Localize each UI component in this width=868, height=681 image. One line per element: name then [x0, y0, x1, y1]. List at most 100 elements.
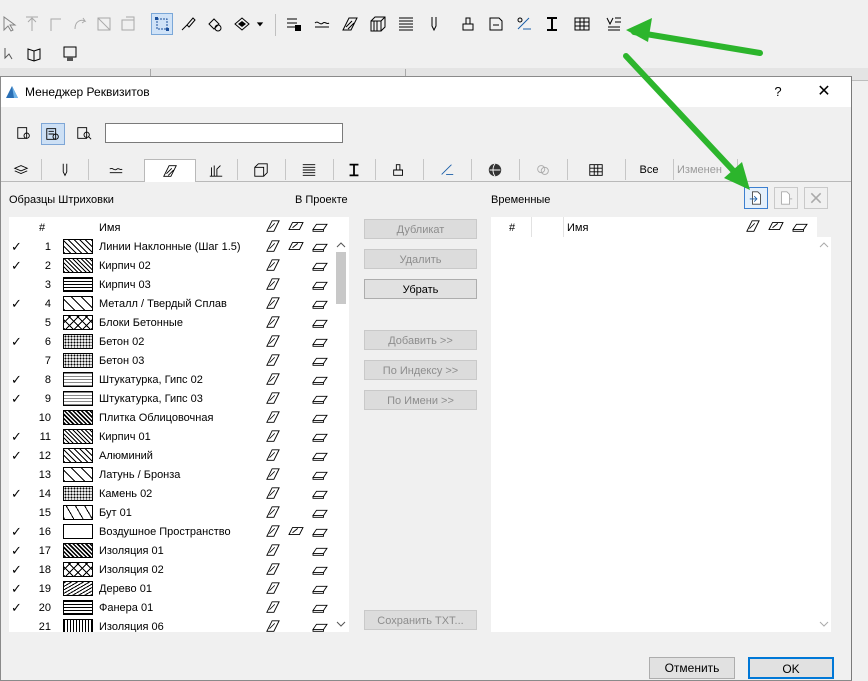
book-icon[interactable]	[24, 44, 44, 64]
rotate-icon[interactable]	[70, 14, 90, 34]
table-icon[interactable]	[572, 14, 592, 34]
draft-fill-icon	[266, 468, 280, 480]
line-types-icon[interactable]	[312, 14, 332, 34]
composites-icon[interactable]	[368, 14, 388, 34]
attribute-manager-icon[interactable]	[604, 14, 624, 34]
tab-fills[interactable]	[144, 159, 196, 182]
corner-icon[interactable]	[46, 14, 66, 34]
right-scroll-up-icon[interactable]	[819, 241, 829, 249]
markup-icon[interactable]	[514, 14, 534, 34]
column-name-header[interactable]: Имя	[99, 222, 120, 234]
table-row[interactable]: 13 Латунь / Бронза	[9, 466, 335, 485]
table-row[interactable]: ✓ 8 Штукатурка, Гипс 02	[9, 371, 335, 390]
fill-types-icon[interactable]	[340, 14, 360, 34]
tab-table[interactable]	[567, 159, 626, 180]
fill-icon[interactable]	[204, 14, 224, 34]
tab-zones[interactable]	[375, 159, 424, 180]
pointer-icon[interactable]	[0, 14, 20, 34]
mirror-icon[interactable]	[94, 14, 114, 34]
detail-view-button[interactable]	[41, 123, 65, 145]
diamond-icon[interactable]	[232, 14, 252, 34]
chevron-down-icon[interactable]	[254, 14, 266, 34]
preview-view-button[interactable]	[73, 123, 95, 143]
table-row[interactable]: 5 Блоки Бетонные	[9, 314, 335, 333]
fill-name: Бетон 03	[99, 355, 145, 367]
by-index-button[interactable]: По Индексу >>	[364, 360, 477, 380]
tab-markup[interactable]	[423, 159, 472, 180]
row-number: 16	[38, 526, 51, 538]
remove-button[interactable]: Убрать	[364, 279, 477, 299]
tab-surfaces[interactable]	[285, 159, 334, 180]
tab-globe[interactable]	[471, 159, 520, 180]
brush-icon[interactable]	[178, 14, 198, 34]
right-scroll-down-icon[interactable]	[819, 620, 829, 628]
table-row[interactable]: 15 Бут 01	[9, 504, 335, 523]
help-button[interactable]: ?	[767, 81, 789, 103]
list-view-button[interactable]	[13, 123, 35, 143]
fill-list[interactable]: # Имя ✓ 1 Линии Наклонные (Шаг 1.5) ✓ 2 Кирпи…	[9, 217, 349, 632]
table-row[interactable]: ✓ 12 Алюминий	[9, 447, 335, 466]
tab-line-types[interactable]	[88, 159, 145, 180]
tab-structure[interactable]	[333, 159, 376, 180]
right-scrollbar[interactable]	[817, 237, 831, 632]
tab-all[interactable]: Все	[625, 159, 674, 180]
table-row[interactable]: 10 Плитка Облицовочная	[9, 409, 335, 428]
table-row[interactable]: ✓ 9 Штукатурка, Гипс 03	[9, 390, 335, 409]
profiles-icon[interactable]	[396, 14, 416, 34]
zones-icon[interactable]	[486, 14, 506, 34]
table-row[interactable]: 21 Изоляция 06	[9, 618, 335, 632]
row-number: 9	[44, 393, 51, 405]
structure-icon[interactable]	[542, 14, 562, 34]
layout-icon[interactable]	[60, 44, 80, 64]
cut-fill-header-icon	[312, 223, 328, 232]
table-row[interactable]: ✓ 4 Металл / Твердый Сплав	[9, 295, 335, 314]
close-file-button[interactable]	[804, 187, 828, 209]
by-name-button[interactable]: По Имени >>	[364, 390, 477, 410]
table-row[interactable]: ✓ 18 Изоляция 02	[9, 561, 335, 580]
table-row[interactable]: 7 Бетон 03	[9, 352, 335, 371]
table-row[interactable]: 3 Кирпич 03	[9, 276, 335, 295]
temporary-list[interactable]: # Имя	[491, 217, 817, 632]
tab-changed[interactable]: Изменен	[673, 159, 738, 180]
ok-button[interactable]: OK	[748, 657, 834, 679]
duplicate-button[interactable]: Дубликат	[364, 219, 477, 239]
surfaces-icon[interactable]	[458, 14, 478, 34]
left-scrollbar-thumb[interactable]	[336, 252, 346, 304]
table-row[interactable]: ✓ 16 Воздушное Пространство	[9, 523, 335, 542]
search-input[interactable]	[105, 123, 343, 143]
save-txt-button[interactable]: Сохранить TXT...	[364, 610, 477, 630]
tab-pens[interactable]	[41, 159, 89, 180]
profile-icon	[254, 162, 268, 177]
fill-name: Кирпич 01	[99, 431, 151, 443]
offset-icon[interactable]	[118, 14, 138, 34]
layers-icon[interactable]	[284, 14, 304, 34]
table-row[interactable]: ✓ 17 Изоляция 01	[9, 542, 335, 561]
tab-profiles[interactable]	[237, 159, 286, 180]
table-row[interactable]: ✓ 11 Кирпич 01	[9, 428, 335, 447]
column-number-header[interactable]: #	[39, 222, 45, 234]
table-row[interactable]: ✓ 14 Камень 02	[9, 485, 335, 504]
scroll-down-icon[interactable]	[336, 620, 346, 628]
table-row[interactable]: ✓ 2 Кирпич 02	[9, 257, 335, 276]
right-column-name-header[interactable]: Имя	[567, 222, 588, 234]
pens-icon[interactable]	[424, 14, 444, 34]
tab-links[interactable]	[519, 159, 568, 180]
pointer2-icon[interactable]	[0, 44, 20, 64]
right-column-number-header[interactable]: #	[509, 222, 515, 234]
new-file-button[interactable]	[774, 187, 798, 209]
table-row[interactable]: ✓ 6 Бетон 02	[9, 333, 335, 352]
add-button[interactable]: Добавить >>	[364, 330, 477, 350]
tab-composites[interactable]	[195, 159, 238, 180]
table-row[interactable]: ✓ 1 Линии Наклонные (Шаг 1.5)	[9, 238, 335, 257]
close-button[interactable]: ✕	[813, 81, 835, 103]
open-file-button[interactable]	[744, 187, 768, 209]
table-row[interactable]: ✓ 20 Фанера 01	[9, 599, 335, 618]
arrow-up-icon[interactable]	[22, 14, 42, 34]
row-number: 18	[38, 564, 51, 576]
marquee-icon[interactable]	[151, 13, 173, 35]
scroll-up-icon[interactable]	[336, 241, 346, 249]
tab-layers[interactable]	[1, 159, 42, 180]
cancel-button[interactable]: Отменить	[649, 657, 735, 679]
table-row[interactable]: ✓ 19 Дерево 01	[9, 580, 335, 599]
delete-button[interactable]: Удалить	[364, 249, 477, 269]
